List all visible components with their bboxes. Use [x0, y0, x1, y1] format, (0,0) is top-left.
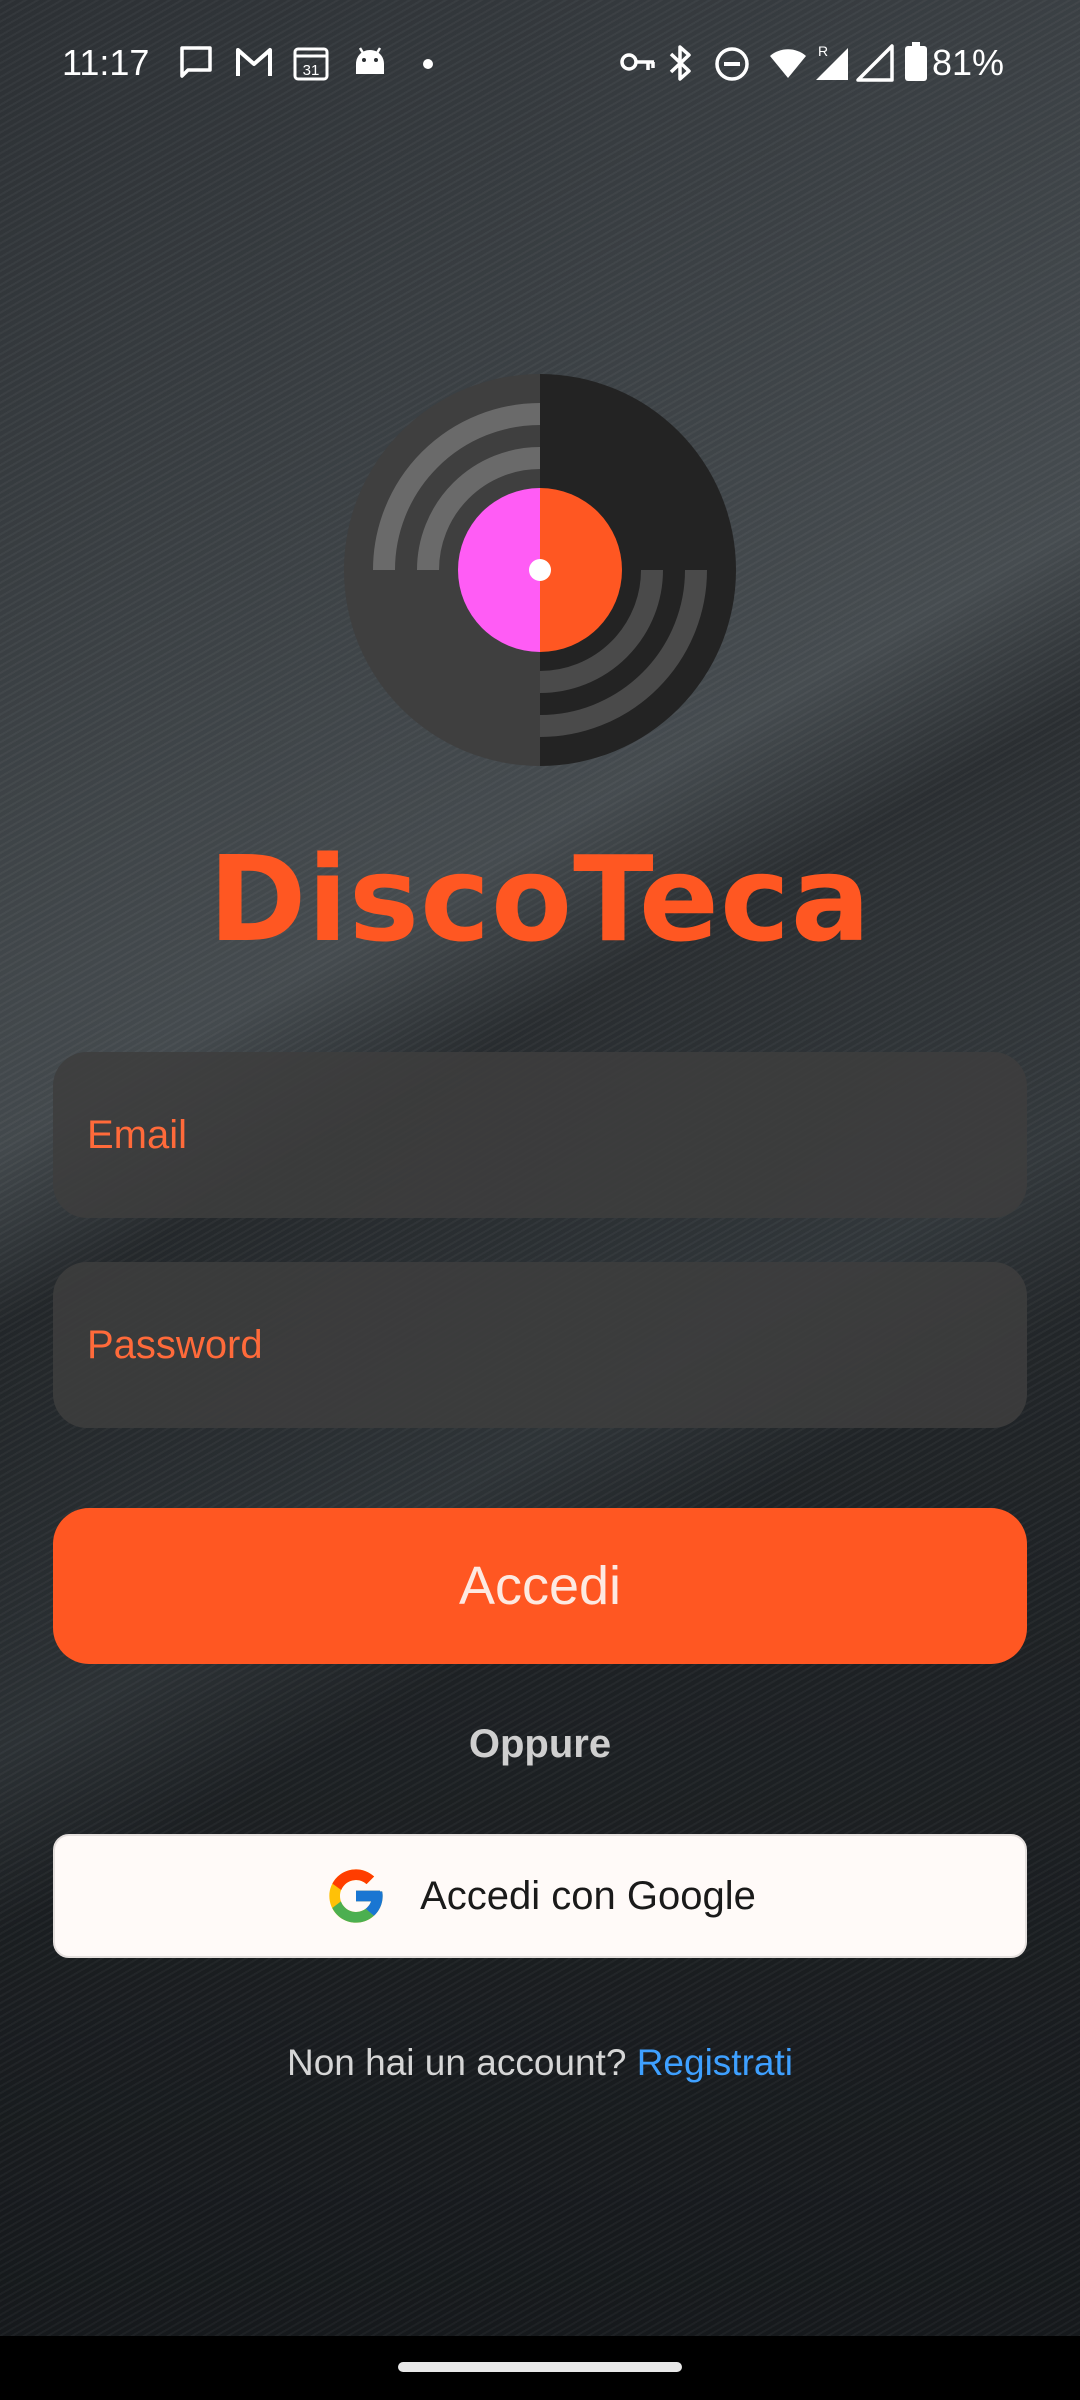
message-icon: [180, 46, 212, 78]
navigation-bar: [0, 2336, 1080, 2400]
or-divider-label: Oppure: [468, 1722, 612, 1766]
status-bar: 11:17 31 R 81%: [0, 0, 1080, 130]
register-link[interactable]: Registrati: [637, 2042, 793, 2083]
email-field[interactable]: [53, 1052, 1027, 1218]
svg-text:R: R: [818, 43, 828, 59]
wifi-icon: [770, 49, 806, 78]
login-button[interactable]: Accedi: [53, 1508, 1027, 1664]
do-not-disturb-icon: [715, 47, 749, 81]
signup-prompt: Non hai un account?: [287, 2042, 627, 2083]
svg-text:31: 31: [303, 62, 320, 79]
dot-icon: [423, 59, 433, 69]
password-input[interactable]: [85, 1321, 1027, 1369]
vpn-key-icon: [620, 53, 655, 71]
status-time: 11:17: [62, 42, 150, 83]
battery-percentage: 81%: [931, 42, 1004, 83]
google-icon: [329, 1869, 383, 1923]
signal-roaming-icon: R: [816, 43, 848, 80]
gmail-icon: [236, 48, 272, 76]
home-gesture-handle[interactable]: [398, 2362, 682, 2372]
signup-row: Non hai un account? Registrati: [0, 2042, 1080, 2084]
password-field[interactable]: [53, 1262, 1027, 1428]
email-input[interactable]: [85, 1111, 1027, 1159]
google-signin-label: Accedi con Google: [420, 1873, 756, 1918]
google-signin-button[interactable]: Accedi con Google: [53, 1834, 1027, 1958]
bluetooth-icon: [669, 45, 691, 81]
app-title: DiscoTeca: [208, 830, 872, 968]
signal-icon: [856, 44, 894, 82]
vinyl-record-logo: [344, 374, 736, 766]
android-icon: [356, 47, 384, 74]
calendar-icon: 31: [293, 47, 329, 81]
battery-icon: [905, 42, 927, 81]
